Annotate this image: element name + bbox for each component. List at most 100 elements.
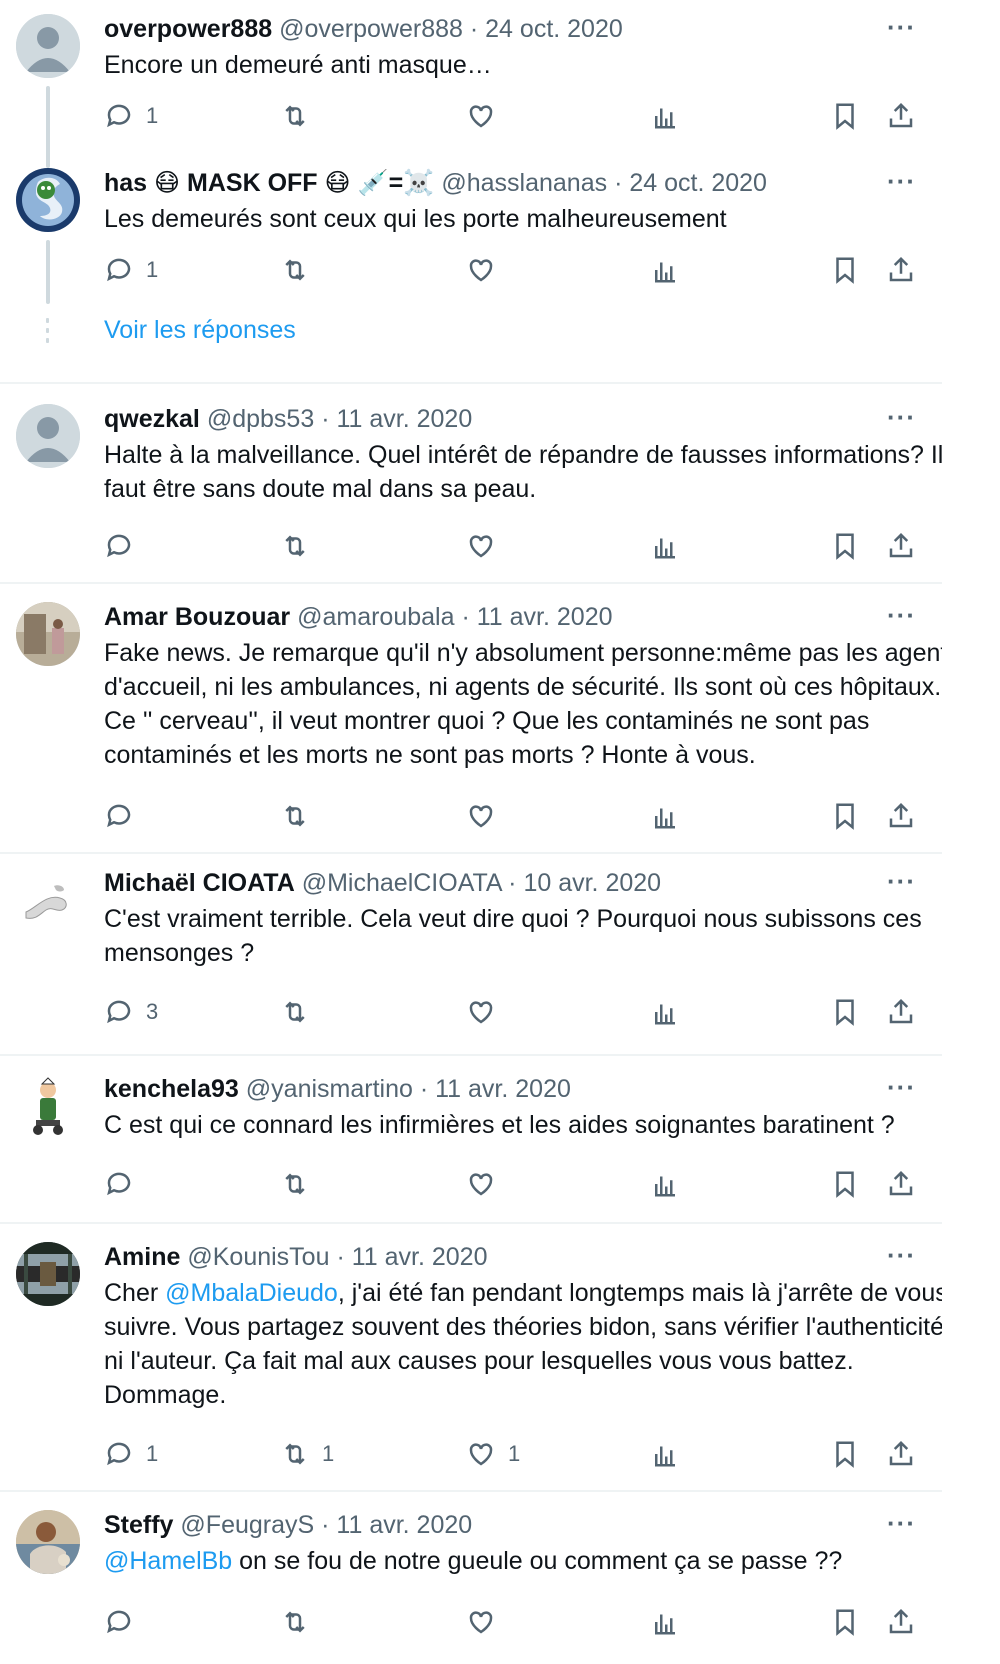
share-button[interactable] [886, 528, 916, 564]
tweet[interactable]: qwezkal @dpbs53 · 11 avr. 2020 ··· Halte… [0, 384, 1000, 582]
views-button[interactable] [650, 528, 680, 564]
retweet-button[interactable] [280, 1166, 310, 1202]
tweet-date[interactable]: 10 avr. 2020 [523, 869, 661, 897]
retweet-button[interactable] [280, 1604, 310, 1640]
share-button[interactable] [886, 252, 916, 288]
more-icon[interactable]: ··· [887, 12, 916, 43]
avatar[interactable] [16, 1242, 80, 1306]
more-icon[interactable]: ··· [887, 402, 916, 433]
avatar[interactable] [16, 1510, 80, 1574]
views-button[interactable] [650, 98, 680, 134]
bookmark-button[interactable] [830, 994, 860, 1030]
avatar[interactable] [16, 1076, 80, 1140]
reply-button[interactable]: 1 [104, 1436, 158, 1472]
tweet-date[interactable]: 11 avr. 2020 [336, 1511, 472, 1539]
like-button[interactable] [466, 994, 496, 1030]
author-handle[interactable]: @KounisTou [187, 1243, 329, 1271]
share-button[interactable] [886, 1604, 916, 1640]
bookmark-button[interactable] [830, 798, 860, 834]
like-button[interactable] [466, 798, 496, 834]
author-name[interactable]: overpower888 [104, 15, 272, 43]
author-name[interactable]: Michaël CIOATA [104, 869, 295, 897]
like-button[interactable] [466, 528, 496, 564]
like-button[interactable] [466, 1604, 496, 1640]
share-button[interactable] [886, 1436, 916, 1472]
retweet-button[interactable] [280, 98, 310, 134]
more-icon[interactable]: ··· [887, 600, 916, 631]
bookmark-button[interactable] [830, 1166, 860, 1202]
tweet-date[interactable]: 11 avr. 2020 [435, 1075, 571, 1103]
bookmark-button[interactable] [830, 252, 860, 288]
reply-button[interactable]: 3 [104, 994, 158, 1030]
reply-button[interactable]: 1 [104, 252, 158, 288]
see-replies-link[interactable]: Voir les réponses [104, 316, 296, 345]
reply-button[interactable] [104, 528, 134, 564]
author-name[interactable]: Amine [104, 1243, 180, 1271]
bookmark-button[interactable] [830, 1436, 860, 1472]
author-handle[interactable]: @MichaelCIOATA [302, 869, 502, 897]
avatar[interactable] [16, 404, 80, 468]
more-icon[interactable]: ··· [887, 1508, 916, 1539]
like-button[interactable] [466, 1166, 496, 1202]
like-button[interactable] [466, 252, 496, 288]
avatar[interactable] [16, 14, 80, 78]
reply-button[interactable] [104, 1166, 134, 1202]
avatar[interactable] [16, 872, 80, 936]
tweet[interactable]: Steffy @FeugrayS · 11 avr. 2020 ··· @Ham… [0, 1492, 1000, 1664]
retweet-button[interactable] [280, 528, 310, 564]
more-icon[interactable]: ··· [887, 1072, 916, 1103]
tweet[interactable]: Amine @KounisTou · 11 avr. 2020 ··· Cher… [0, 1224, 1000, 1490]
tweet-date[interactable]: 11 avr. 2020 [477, 603, 613, 631]
mention-link[interactable]: @MbalaDieudo [165, 1279, 338, 1307]
tweet-date[interactable]: 11 avr. 2020 [336, 405, 472, 433]
share-button[interactable] [886, 1166, 916, 1202]
like-button[interactable]: 1 [466, 1436, 520, 1472]
author-handle[interactable]: @yanismartino [246, 1075, 413, 1103]
like-button[interactable] [466, 98, 496, 134]
tweet[interactable]: has 😷 MASK OFF 😷 💉=☠️ @hasslananas · 24 … [0, 164, 1000, 364]
share-button[interactable] [886, 98, 916, 134]
retweet-button[interactable]: 1 [280, 1436, 334, 1472]
more-icon[interactable]: ··· [887, 166, 916, 197]
retweet-button[interactable] [280, 252, 310, 288]
views-button[interactable] [650, 1604, 680, 1640]
more-icon[interactable]: ··· [887, 1240, 916, 1271]
author-handle[interactable]: @dpbs53 [207, 405, 314, 433]
tweet-date[interactable]: 24 oct. 2020 [629, 169, 767, 197]
author-name[interactable]: has 😷 MASK OFF 😷 💉=☠️ [104, 169, 434, 197]
retweet-button[interactable] [280, 994, 310, 1030]
author-handle[interactable]: @FeugrayS [180, 1511, 314, 1539]
bookmark-button[interactable] [830, 1604, 860, 1640]
views-button[interactable] [650, 1436, 680, 1472]
bookmark-button[interactable] [830, 528, 860, 564]
reply-button[interactable] [104, 798, 134, 834]
views-button[interactable] [650, 994, 680, 1030]
author-name[interactable]: kenchela93 [104, 1075, 239, 1103]
mention-link[interactable]: @HamelBb [104, 1547, 232, 1575]
share-button[interactable] [886, 994, 916, 1030]
tweet-date[interactable]: 24 oct. 2020 [485, 15, 623, 43]
tweet[interactable]: Amar Bouzouar @amaroubala · 11 avr. 2020… [0, 584, 1000, 854]
author-handle[interactable]: @hasslananas [441, 169, 607, 197]
avatar[interactable] [16, 168, 80, 232]
tweet[interactable]: Michaël CIOATA @MichaelCIOATA · 10 avr. … [0, 854, 1000, 1054]
more-icon[interactable]: ··· [887, 866, 916, 897]
tweet-date[interactable]: 11 avr. 2020 [352, 1243, 488, 1271]
tweet[interactable]: overpower888 @overpower888 · 24 oct. 202… [0, 0, 1000, 168]
author-name[interactable]: Steffy [104, 1511, 173, 1539]
views-button[interactable] [650, 798, 680, 834]
author-handle[interactable]: @overpower888 [279, 15, 463, 43]
share-button[interactable] [886, 798, 916, 834]
views-button[interactable] [650, 1166, 680, 1202]
tweet-header: has 😷 MASK OFF 😷 💉=☠️ @hasslananas · 24 … [104, 168, 767, 198]
avatar[interactable] [16, 602, 80, 666]
bookmark-button[interactable] [830, 98, 860, 134]
author-name[interactable]: Amar Bouzouar [104, 603, 290, 631]
tweet[interactable]: kenchela93 @yanismartino · 11 avr. 2020 … [0, 1056, 1000, 1224]
views-button[interactable] [650, 252, 680, 288]
reply-button[interactable] [104, 1604, 134, 1640]
retweet-button[interactable] [280, 798, 310, 834]
author-handle[interactable]: @amaroubala [297, 603, 454, 631]
author-name[interactable]: qwezkal [104, 405, 200, 433]
reply-button[interactable]: 1 [104, 98, 158, 134]
